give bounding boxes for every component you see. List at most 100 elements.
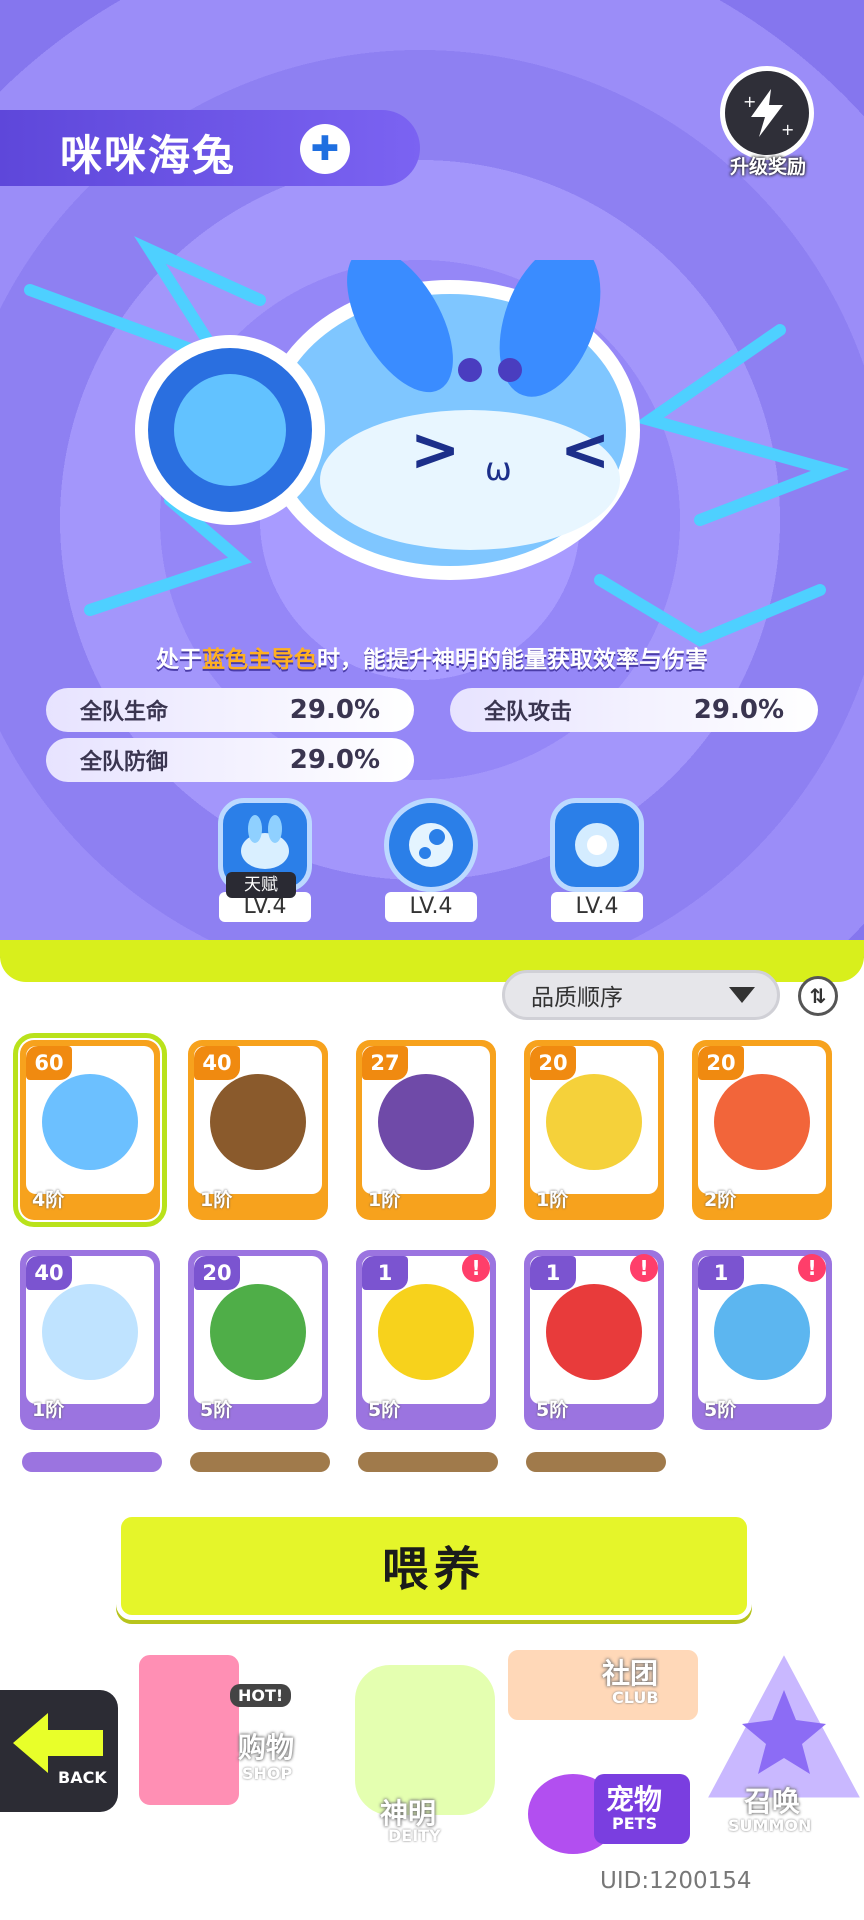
club-cn: 社团 — [602, 1657, 659, 1690]
pet-level: 1 — [362, 1256, 408, 1290]
back-label: BACK — [58, 1768, 107, 1787]
pet-rank: 5阶 — [200, 1399, 233, 1421]
sort-dropdown[interactable]: 品质顺序 — [502, 970, 780, 1020]
anemone-skill-icon — [550, 798, 644, 892]
pet-card[interactable]: 60 4阶 — [13, 1033, 167, 1227]
bubble-skill-icon — [384, 798, 478, 892]
pet-name: 咪咪海兔 — [60, 131, 237, 180]
reward-lightning-icon: + + — [720, 66, 814, 160]
club-en: CLUB — [612, 1688, 659, 1707]
deity-en: DEITY — [388, 1826, 441, 1845]
sea-bunny-portrait: > < ω — [135, 260, 640, 580]
pet-card[interactable]: 1 5阶! — [692, 1250, 832, 1430]
stat-label: 全队攻击 — [484, 700, 573, 725]
pets-cn: 宠物 — [606, 1783, 663, 1816]
pet-rank: 1阶 — [536, 1189, 569, 1211]
pet-rank: 5阶 — [536, 1399, 569, 1421]
pet-level: 20 — [698, 1046, 744, 1080]
pet-rank: 4阶 — [32, 1189, 65, 1211]
nav-shop[interactable]: HOT! 购物 SHOP — [120, 1640, 330, 1830]
pet-creature-icon — [546, 1074, 642, 1170]
talent-tag: 天赋 — [226, 872, 296, 898]
svg-text:<: < — [560, 415, 610, 485]
pet-rank: 1阶 — [32, 1399, 65, 1421]
stat-label: 全队生命 — [80, 700, 169, 725]
stat-team-attack: 全队攻击 29.0% — [450, 688, 818, 732]
pet-card[interactable]: 1 5阶! — [524, 1250, 664, 1430]
skill-bubble[interactable]: LV.4 — [376, 798, 486, 928]
pet-level: 20 — [194, 1256, 240, 1290]
pet-rank: 1阶 — [368, 1189, 401, 1211]
pet-level: 20 — [530, 1046, 576, 1080]
vending-machine-icon — [134, 1650, 244, 1810]
nav-deity[interactable]: 神明 DEITY — [340, 1650, 500, 1845]
alert-badge: ! — [798, 1254, 826, 1282]
pet-creature-icon — [378, 1284, 474, 1380]
pet-creature-icon — [42, 1074, 138, 1170]
pet-card[interactable]: 1 5阶! — [356, 1250, 496, 1430]
feed-button[interactable]: 喂养 — [116, 1512, 752, 1620]
pet-card-partial[interactable] — [358, 1452, 498, 1472]
desc-highlight: 蓝色主导色 — [202, 647, 317, 673]
skill-talent[interactable]: LV.4 — [210, 798, 320, 928]
pet-card-partial[interactable] — [190, 1452, 330, 1472]
shop-cn: 购物 — [238, 1731, 295, 1764]
pet-level: 40 — [194, 1046, 240, 1080]
pet-card[interactable]: 20 5阶 — [188, 1250, 328, 1430]
chevron-down-icon — [729, 987, 755, 1003]
shop-hot-badge: HOT! — [230, 1684, 292, 1707]
shop-en: SHOP — [242, 1764, 293, 1783]
alert-badge: ! — [462, 1254, 490, 1282]
stat-value: 29.0% — [289, 695, 380, 725]
desc-prefix: 处于 — [156, 647, 202, 673]
pet-creature-icon — [378, 1074, 474, 1170]
pet-rank: 2阶 — [704, 1189, 737, 1211]
skill-anemone[interactable]: LV.4 — [542, 798, 652, 928]
pets-en: PETS — [612, 1814, 658, 1833]
nav-club[interactable]: 社团 CLUB — [504, 1632, 704, 1732]
pet-card[interactable]: 20 2阶 — [692, 1040, 832, 1220]
pet-card[interactable]: 20 1阶 — [524, 1040, 664, 1220]
summon-en: SUMMON — [728, 1816, 812, 1835]
stat-value: 29.0% — [289, 745, 380, 775]
skill-level: LV.4 — [551, 892, 643, 922]
sort-label: 品质顺序 — [531, 985, 623, 1011]
pet-level: 40 — [26, 1256, 72, 1290]
upgrade-reward-button[interactable]: + + 升级奖励 — [712, 66, 824, 178]
pet-card[interactable]: 27 1阶 — [356, 1040, 496, 1220]
desc-suffix: 时，能提升神明的能量获取效率与伤害 — [317, 647, 708, 673]
stat-team-defense: 全队防御 29.0% — [46, 738, 414, 782]
stat-value: 29.0% — [693, 695, 784, 725]
uid-label: UID:1200154 — [600, 1868, 752, 1894]
pet-rank: 5阶 — [368, 1399, 401, 1421]
svg-text:+: + — [743, 92, 756, 111]
svg-text:ω: ω — [485, 450, 512, 488]
pet-level: 27 — [362, 1046, 408, 1080]
pet-rank: 1阶 — [200, 1189, 233, 1211]
pet-description: 处于蓝色主导色时，能提升神明的能量获取效率与伤害 — [0, 640, 864, 674]
water-cross-icon: ✚ — [300, 124, 350, 174]
back-button[interactable]: BACK — [0, 1690, 118, 1812]
pet-rank: 5阶 — [704, 1399, 737, 1421]
pet-card-partial[interactable] — [526, 1452, 666, 1472]
alert-badge: ! — [630, 1254, 658, 1282]
summon-cn: 召唤 — [744, 1785, 801, 1818]
pet-creature-icon — [42, 1284, 138, 1380]
pet-creature-icon — [714, 1284, 810, 1380]
pet-card[interactable]: 40 1阶 — [188, 1040, 328, 1220]
pet-creature-icon — [210, 1284, 306, 1380]
pet-creature-icon — [546, 1284, 642, 1380]
upgrade-reward-label: 升级奖励 — [729, 156, 806, 178]
sort-swap-icon[interactable]: ⇅ — [798, 976, 838, 1016]
pet-level: 60 — [26, 1046, 72, 1080]
skill-level: LV.4 — [385, 892, 477, 922]
stat-team-hp: 全队生命 29.0% — [46, 688, 414, 732]
nav-summon[interactable]: 召唤 SUMMON — [704, 1650, 864, 1840]
svg-text:>: > — [410, 415, 460, 485]
pet-level: 1 — [698, 1256, 744, 1290]
pet-card[interactable]: 40 1阶 — [20, 1250, 160, 1430]
nav-pets[interactable]: 宠物 PETS — [494, 1760, 694, 1860]
pet-creature-icon — [210, 1074, 306, 1170]
pet-card-partial[interactable] — [22, 1452, 162, 1472]
pet-creature-icon — [714, 1074, 810, 1170]
